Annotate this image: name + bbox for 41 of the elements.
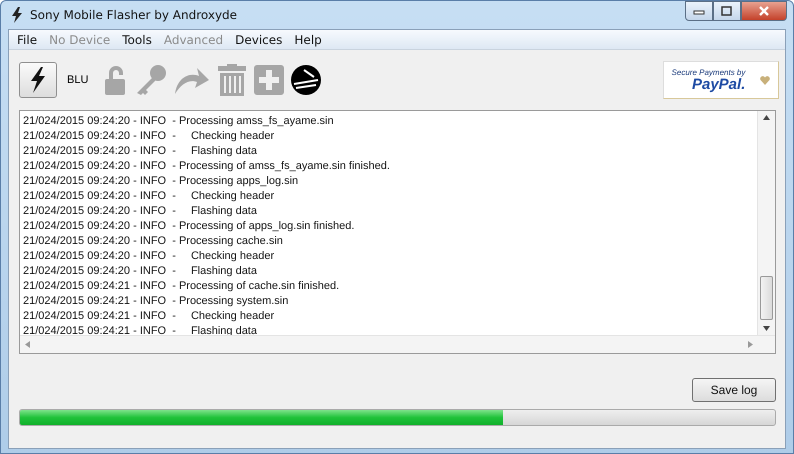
log-line: 21/024/2015 09:24:20 - INFO - Processing amss_fs_ayame.sin — [23, 114, 335, 129]
round-logo-icon[interactable] — [290, 64, 322, 96]
log-line: 21/024/2015 09:24:21 - INFO - Checking header — [23, 309, 276, 324]
log-line: 21/024/2015 09:24:21 - INFO - Processing of cache.sin finished. — [23, 279, 340, 294]
scroll-right-icon[interactable] — [748, 341, 753, 348]
paypal-wordmark: PayPal. — [692, 77, 746, 92]
log-line: 21/024/2015 09:24:20 - INFO - Processing of amss_fs_ayame.sin finished. — [23, 159, 391, 174]
window-title: Sony Mobile Flasher by Androxyde — [30, 8, 238, 22]
menu-item[interactable]: Devices — [229, 32, 288, 46]
menu-item[interactable]: File — [11, 32, 44, 46]
maximize-icon — [721, 6, 733, 16]
log-line: 21/024/2015 09:24:20 - INFO - Checking header — [23, 189, 276, 204]
badge-caption: Secure Payments by — [672, 68, 746, 77]
close-button[interactable] — [741, 1, 787, 21]
save-log-button[interactable]: Save log — [692, 378, 776, 402]
flash-button[interactable] — [19, 62, 57, 98]
minimize-button[interactable] — [685, 1, 713, 21]
close-icon — [758, 6, 770, 16]
log-line: 21/024/2015 09:24:21 - INFO - Processing system.sin — [23, 294, 290, 309]
horizontal-scrollbar[interactable] — [20, 335, 775, 353]
log-line: 21/024/2015 09:24:20 - INFO - Processing apps_log.sin — [23, 174, 300, 189]
log-line: 21/024/2015 09:24:21 - INFO - Flashing data — [23, 324, 258, 339]
maximize-button[interactable] — [713, 1, 741, 21]
log-line: 21/024/2015 09:24:20 - INFO - Flashing data — [23, 204, 258, 219]
log-line: 21/024/2015 09:24:20 - INFO - Flashing data — [23, 264, 258, 279]
log-line: 21/024/2015 09:24:20 - INFO - Checking header — [23, 129, 276, 144]
scroll-thumb[interactable] — [760, 276, 773, 320]
scroll-down-icon[interactable] — [763, 326, 770, 331]
menu-item[interactable]: Help — [288, 32, 328, 46]
log-line: 21/024/2015 09:24:20 - INFO - Flashing data — [23, 144, 258, 159]
log-line: 21/024/2015 09:24:20 - INFO - Processing cache.sin — [23, 234, 284, 249]
vertical-scrollbar[interactable] — [757, 111, 775, 335]
log-line: 21/024/2015 09:24:20 - INFO - Processing of apps_log.sin finished. — [23, 219, 356, 234]
log-line: 21/024/2015 09:24:20 - INFO - Checking header — [23, 249, 276, 264]
app-icon — [11, 7, 23, 23]
scroll-up-icon[interactable] — [763, 115, 770, 120]
device-label: BLU — [67, 74, 88, 86]
heart-icon — [760, 76, 770, 84]
paypal-badge[interactable]: Secure Payments by PayPal. — [663, 61, 779, 99]
menu-item[interactable]: Tools — [116, 32, 158, 46]
scroll-left-icon[interactable] — [25, 341, 30, 348]
